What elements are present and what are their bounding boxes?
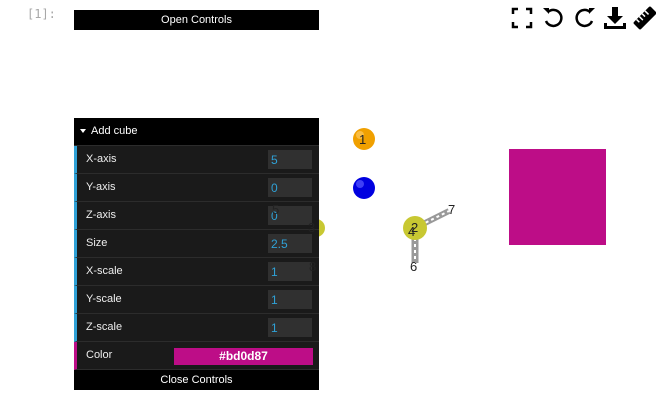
- x-axis-row: X-axis: [74, 146, 319, 174]
- x-axis-input[interactable]: [268, 150, 312, 169]
- download-icon[interactable]: [602, 4, 628, 32]
- color-label: Color: [86, 349, 113, 361]
- x-axis-label: X-axis: [86, 153, 117, 165]
- y-axis-label: Y-axis: [86, 181, 116, 193]
- atom-label-6: 6: [410, 259, 417, 274]
- atom-label-8: 8: [309, 259, 317, 274]
- y-scale-input[interactable]: [268, 290, 312, 309]
- z-scale-input[interactable]: [268, 318, 312, 337]
- z-scale-label: Z-scale: [86, 321, 123, 333]
- triangle-down-icon: [80, 129, 86, 134]
- open-controls-button[interactable]: Open Controls: [74, 10, 319, 30]
- atom-blue: [353, 177, 375, 199]
- redo-icon[interactable]: [572, 4, 598, 32]
- y-axis-input[interactable]: [268, 178, 312, 197]
- atom-label-7: 7: [448, 202, 455, 217]
- add-cube-folder[interactable]: Add cube: [74, 118, 319, 146]
- x-scale-input[interactable]: [268, 262, 312, 281]
- z-scale-row: Z-scale: [74, 314, 319, 342]
- undo-icon[interactable]: [540, 4, 566, 32]
- y-scale-label: Y-scale: [86, 293, 122, 305]
- x-scale-row: X-scale: [74, 258, 319, 286]
- y-scale-row: Y-scale: [74, 286, 319, 314]
- size-row: Size: [74, 230, 319, 258]
- color-picker[interactable]: #bd0d87: [172, 346, 315, 367]
- ruler-icon[interactable]: [632, 4, 656, 32]
- z-axis-row: Z-axis: [74, 202, 319, 230]
- atom-label-1: 1: [359, 132, 366, 147]
- atom-label-3: 3: [308, 220, 316, 235]
- controls-panel: Add cube X-axis Y-axis Z-axis Size X-sca…: [74, 118, 319, 390]
- z-axis-label: Z-axis: [86, 209, 116, 221]
- cube: [509, 149, 606, 245]
- x-scale-label: X-scale: [86, 265, 123, 277]
- color-row: Color #bd0d87: [74, 342, 319, 370]
- close-controls-button[interactable]: Close Controls: [74, 370, 319, 390]
- fullscreen-icon[interactable]: [510, 4, 534, 32]
- size-label: Size: [86, 237, 108, 249]
- atom-1: 1: [353, 128, 375, 150]
- viewer-toolbar: [506, 4, 656, 32]
- folder-label: Add cube: [91, 125, 138, 137]
- atom-label-4: 4: [408, 224, 415, 239]
- y-axis-row: Y-axis: [74, 174, 319, 202]
- atom-label-5: 5: [272, 202, 280, 217]
- size-input[interactable]: [268, 234, 312, 253]
